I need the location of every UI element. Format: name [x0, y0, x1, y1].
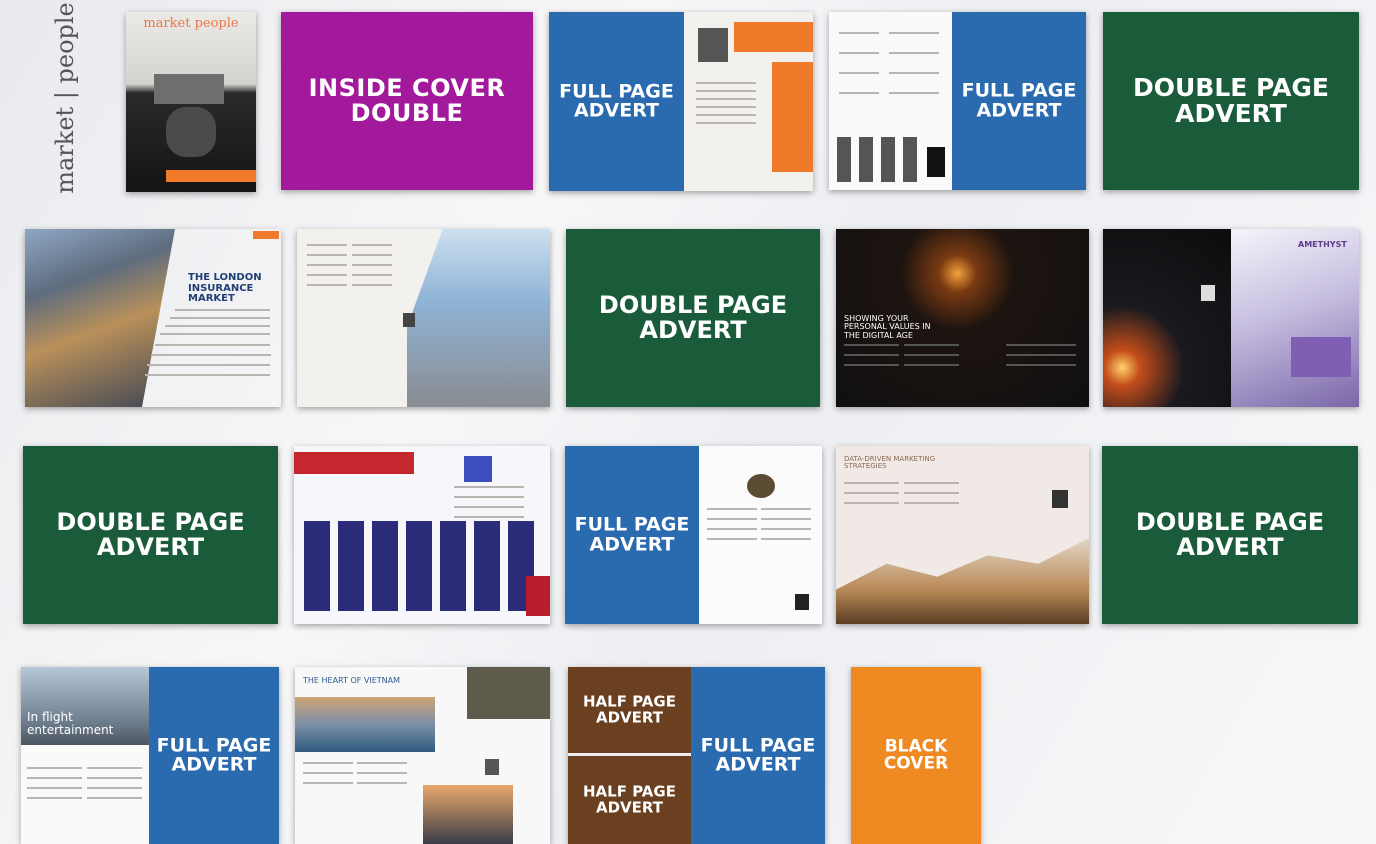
coastline-image	[295, 697, 435, 752]
double-page-advert-2[interactable]: DOUBLE PAGE ADVERT	[566, 229, 820, 407]
full-page-advert-panel[interactable]: FULL PAGE ADVERT	[149, 667, 279, 844]
contributor-portraits	[837, 137, 922, 182]
cover-footer-bar	[166, 170, 256, 182]
city-skyline-image	[154, 74, 224, 104]
advert-label: INSIDE COVER DOUBLE	[308, 74, 506, 127]
black-profile-card	[927, 147, 945, 177]
full-page-advert-panel[interactable]: FULL PAGE ADVERT	[691, 667, 825, 844]
advert-label: FULL PAGE ADVERT	[156, 733, 272, 776]
portrait-image	[795, 594, 809, 610]
spread-vietnam[interactable]: THE HEART OF VIETNAM	[295, 667, 550, 844]
brand-logo: market | people	[50, 2, 80, 194]
article-title: DATA-DRIVEN MARKETING STRATEGIES	[844, 455, 936, 471]
advert-label: FULL PAGE ADVERT	[700, 733, 816, 776]
spread-architecture[interactable]	[297, 229, 550, 407]
advert-label: BLACK COVER	[883, 735, 949, 774]
article-page	[684, 12, 813, 191]
spread-inflight[interactable]: In flight entertainment FULL PAGE ADVERT	[21, 667, 279, 844]
article-title: In flight entertainment	[27, 710, 114, 737]
full-page-advert-panel[interactable]: FULL PAGE ADVERT	[952, 12, 1086, 190]
planet-sunrise-image	[1103, 229, 1231, 407]
orange-tab	[253, 231, 279, 239]
iceberg-image	[166, 107, 216, 157]
emblem-image	[747, 474, 775, 498]
spread-half-page-adverts[interactable]: HALF PAGE ADVERT HALF PAGE ADVERT FULL P…	[568, 667, 825, 844]
purple-callout	[1291, 337, 1351, 377]
half-page-advert-top[interactable]: HALF PAGE ADVERT	[568, 667, 691, 753]
portrait-image	[698, 28, 728, 62]
village-image	[423, 785, 513, 844]
article-title: SHOWING YOUR PERSONAL VALUES IN THE DIGI…	[844, 314, 931, 340]
portrait-image	[1201, 285, 1215, 301]
spread-digital-values[interactable]: SHOWING YOUR PERSONAL VALUES IN THE DIGI…	[836, 229, 1089, 407]
spread-data-marketing[interactable]: DATA-DRIVEN MARKETING STRATEGIES	[836, 446, 1089, 624]
full-page-advert-panel[interactable]: FULL PAGE ADVERT	[565, 446, 699, 624]
black-cover-advert[interactable]: BLACK COVER	[851, 667, 981, 844]
portrait-image	[485, 759, 499, 775]
double-page-advert-1[interactable]: DOUBLE PAGE ADVERT	[1103, 12, 1359, 190]
red-banner	[294, 452, 414, 474]
spread-amethyst[interactable]: AMETHYST	[1103, 229, 1359, 407]
advert-label: HALF PAGE ADVERT	[583, 692, 676, 726]
interior-image	[467, 667, 550, 719]
orange-sidebar	[772, 62, 813, 172]
article-title: AMETHYST	[1298, 240, 1347, 249]
portrait-image	[1052, 490, 1068, 508]
spread-london-insurance[interactable]: THE LONDON INSURANCE MARKET	[25, 229, 281, 407]
advert-label: HALF PAGE ADVERT	[583, 782, 676, 816]
magazine-cover[interactable]: market people	[126, 12, 256, 192]
city-aerial-image	[25, 229, 175, 407]
double-page-advert-4[interactable]: DOUBLE PAGE ADVERT	[1102, 446, 1358, 624]
advert-label: FULL PAGE ADVERT	[559, 79, 674, 122]
advert-label: DOUBLE PAGE ADVERT	[1132, 73, 1330, 128]
red-chevron	[526, 576, 550, 616]
double-page-advert-3[interactable]: DOUBLE PAGE ADVERT	[23, 446, 278, 624]
brand-name: market | people	[51, 2, 79, 194]
contents-page	[829, 12, 952, 190]
advert-label: FULL PAGE ADVERT	[574, 513, 690, 555]
spread-full-page-advert-3[interactable]: FULL PAGE ADVERT	[565, 446, 822, 624]
hexagon-photo-grid	[304, 521, 534, 611]
full-page-advert-panel[interactable]: FULL PAGE ADVERT	[549, 12, 684, 191]
cover-title: market people	[143, 16, 239, 31]
spread-full-page-advert-1[interactable]: FULL PAGE ADVERT	[549, 12, 813, 191]
advert-label: DOUBLE PAGE ADVERT	[598, 291, 788, 344]
awards-logo	[464, 456, 492, 482]
advert-label: FULL PAGE ADVERT	[961, 79, 1077, 121]
advert-label: DOUBLE PAGE ADVERT	[56, 508, 245, 561]
amethyst-panel	[1231, 229, 1359, 407]
advert-label: DOUBLE PAGE ADVERT	[1135, 508, 1325, 561]
article-title: THE LONDON INSURANCE MARKET	[188, 272, 262, 304]
spread-full-page-advert-2[interactable]: FULL PAGE ADVERT	[829, 12, 1086, 190]
article-page	[699, 446, 822, 624]
half-page-advert-bottom[interactable]: HALF PAGE ADVERT	[568, 756, 691, 844]
city-infographic-image	[836, 538, 1089, 624]
orange-header-bar	[734, 22, 813, 52]
inside-cover-double-advert[interactable]: INSIDE COVER DOUBLE	[281, 12, 533, 190]
portrait-image	[403, 313, 415, 327]
spread-awards[interactable]	[294, 446, 550, 624]
article-title: THE HEART OF VIETNAM	[303, 676, 401, 685]
